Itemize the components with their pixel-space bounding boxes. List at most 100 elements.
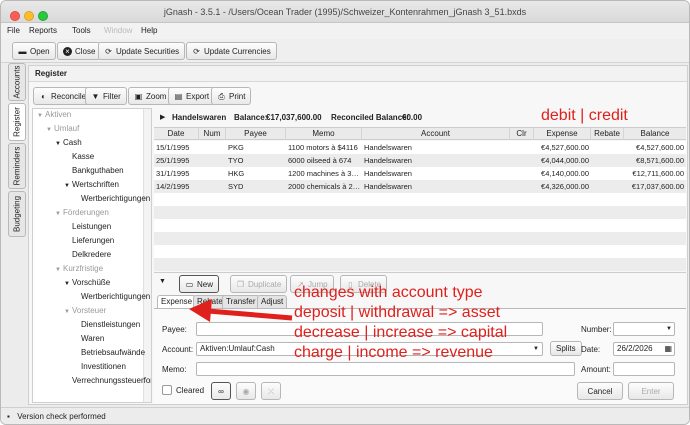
tree-item[interactable]: Wertberichtigungen (73, 292, 150, 301)
table-row[interactable] (154, 245, 686, 258)
memo-input[interactable] (196, 362, 575, 376)
tree-item[interactable]: Bankguthaben (64, 166, 124, 175)
link-button[interactable]: ∞ (211, 382, 231, 400)
menu-tools[interactable]: Tools (72, 26, 91, 35)
tree-item[interactable]: ▼ Vorsteuer (64, 306, 106, 315)
tree-item[interactable]: ▼ Vorschüße (64, 278, 110, 287)
col-account[interactable]: Account (362, 128, 510, 140)
annotation-line-2: deposit | withdrawal => asset (294, 304, 501, 321)
tree-item[interactable]: Leistungen (64, 222, 111, 231)
tree-item[interactable]: Dienstleistungen (73, 320, 140, 329)
expand-triangle-icon[interactable]: ▼ (64, 281, 72, 287)
tab-register[interactable]: Register (8, 103, 26, 141)
tree-item[interactable]: ▼ Förderungen (55, 208, 109, 217)
print-button[interactable]: ⎙ Print (211, 87, 252, 105)
register-title: Register (29, 66, 687, 82)
tree-item[interactable]: Delkredere (64, 250, 111, 259)
col-num[interactable]: Num (199, 128, 226, 140)
amount-input[interactable] (613, 362, 675, 376)
tree-item[interactable]: Betriebsaufwände (73, 348, 145, 357)
cell-date: 25/1/1995 (156, 156, 190, 165)
update-currencies-label: Update Currencies (204, 46, 271, 56)
tree-item[interactable]: ▼ Wertschriften (64, 180, 119, 189)
expand-triangle-icon[interactable]: ▼ (64, 183, 72, 189)
number-input[interactable]: ▼ (613, 322, 675, 336)
chevron-down-icon[interactable]: ▼ (533, 343, 539, 355)
cell-account: Handelswaren (364, 169, 412, 178)
expand-triangle-icon[interactable]: ▼ (64, 309, 72, 315)
transaction-table[interactable]: 15/1/1995 PKG 1100 motors à $4116 Handelswa… (154, 141, 686, 271)
tree-item[interactable]: ▼ Cash (55, 138, 82, 147)
menu-reports[interactable]: Reports (29, 26, 57, 35)
menu-file[interactable]: File (7, 26, 20, 35)
chevron-down-icon[interactable]: ▼ (666, 323, 672, 335)
splits-button[interactable]: Splits (550, 341, 582, 356)
expand-triangle-icon[interactable]: ▼ (55, 141, 63, 147)
zoom-button[interactable]: ▣ Zoom (128, 87, 173, 105)
close-window-icon[interactable] (10, 11, 20, 21)
table-row[interactable] (154, 206, 686, 219)
tree-item-label: Leistungen (72, 222, 112, 231)
tree-item[interactable]: Investitionen (73, 362, 126, 371)
tree-item[interactable]: Lieferungen (64, 236, 114, 245)
close-button[interactable]: × Close (57, 42, 102, 60)
zoom-window-icon[interactable] (38, 11, 48, 21)
reconcile-button[interactable]: ◐ Reconcile (33, 87, 93, 105)
expand-triangle-icon[interactable]: ▼ (37, 113, 45, 119)
expand-icon[interactable]: ▶ (160, 109, 165, 126)
tab-budgeting[interactable]: Budgeting (8, 191, 26, 237)
collapse-icon[interactable]: ▼ (159, 278, 166, 285)
table-row[interactable] (154, 219, 686, 232)
filter-button[interactable]: ▼ Filter (85, 87, 127, 105)
tree-scrollbar[interactable] (143, 109, 151, 402)
table-row[interactable] (154, 193, 686, 206)
col-expense[interactable]: Expense (534, 128, 591, 140)
cancel-button[interactable]: Cancel (577, 382, 623, 400)
table-row[interactable] (154, 232, 686, 245)
cleared-checkbox[interactable] (162, 385, 172, 395)
table-row[interactable]: 31/1/1995 HKG 1200 machines à 3… Handelswar… (154, 167, 686, 180)
tab-reminders[interactable]: Reminders (8, 143, 26, 189)
tab-accounts[interactable]: Accounts (8, 63, 26, 101)
tree-item[interactable]: ▼ Kurzfristige (55, 264, 103, 273)
account-tree[interactable]: ▼ Aktiven ▼ Umlauf ▼ Cash Kasse Bankguthaben ▼ We… (32, 108, 152, 403)
table-row[interactable]: 25/1/1995 TYO 6000 oilseed à 674 Handelswar… (154, 154, 686, 167)
calendar-icon[interactable]: ▦ (664, 343, 672, 355)
duplicate-button[interactable]: ❐ Duplicate (230, 275, 288, 293)
tree-item-label: Wertberichtigungen (81, 194, 151, 203)
open-button[interactable]: ▬ Open (12, 42, 56, 60)
table-row[interactable] (154, 258, 686, 271)
tree-item[interactable]: Wertberichtigungen (73, 194, 150, 203)
col-rebate[interactable]: Rebate (591, 128, 624, 140)
tree-item[interactable]: ▼ Aktiven (37, 110, 71, 119)
update-securities-button[interactable]: ⟳ Update Securities (98, 42, 186, 60)
cell-account: Handelswaren (364, 143, 412, 152)
expand-triangle-icon[interactable]: ▼ (46, 127, 54, 133)
menu-help[interactable]: Help (141, 26, 157, 35)
date-input[interactable]: 26/2/2026 ▦ (613, 342, 675, 356)
update-currencies-button[interactable]: ⟳ Update Currencies (186, 42, 277, 60)
enter-button[interactable]: Enter (628, 382, 674, 400)
col-date[interactable]: Date (154, 128, 199, 140)
tree-item[interactable]: Waren (73, 334, 104, 343)
col-payee[interactable]: Payee (226, 128, 286, 140)
menu-window[interactable]: Window (104, 26, 132, 35)
expand-triangle-icon[interactable]: ▼ (55, 267, 63, 273)
cell-clr (512, 167, 534, 180)
col-memo[interactable]: Memo (286, 128, 362, 140)
unlink-button[interactable]: ⤫ (261, 382, 281, 400)
minimize-window-icon[interactable] (24, 11, 34, 21)
expand-triangle-icon[interactable]: ▼ (55, 211, 63, 217)
new-button[interactable]: ▭ New (179, 275, 220, 293)
col-balance[interactable]: Balance (624, 128, 686, 140)
tree-item[interactable]: ▼ Umlauf (46, 124, 79, 133)
export-button[interactable]: ▤ Export (168, 87, 216, 105)
table-row[interactable]: 14/2/1995 SYD 2000 chemicals à 2… Handelswa… (154, 180, 686, 193)
view-button[interactable]: ◉ (236, 382, 256, 400)
cell-date: 14/2/1995 (156, 182, 190, 191)
col-clr[interactable]: Clr (510, 128, 534, 140)
cell-memo: 2000 chemicals à 2… (288, 182, 361, 191)
tree-item[interactable]: Verrechnungssteuerford (64, 376, 151, 385)
table-row[interactable]: 15/1/1995 PKG 1100 motors à $4116 Handelswa… (154, 141, 686, 154)
tree-item[interactable]: Kasse (64, 152, 94, 161)
